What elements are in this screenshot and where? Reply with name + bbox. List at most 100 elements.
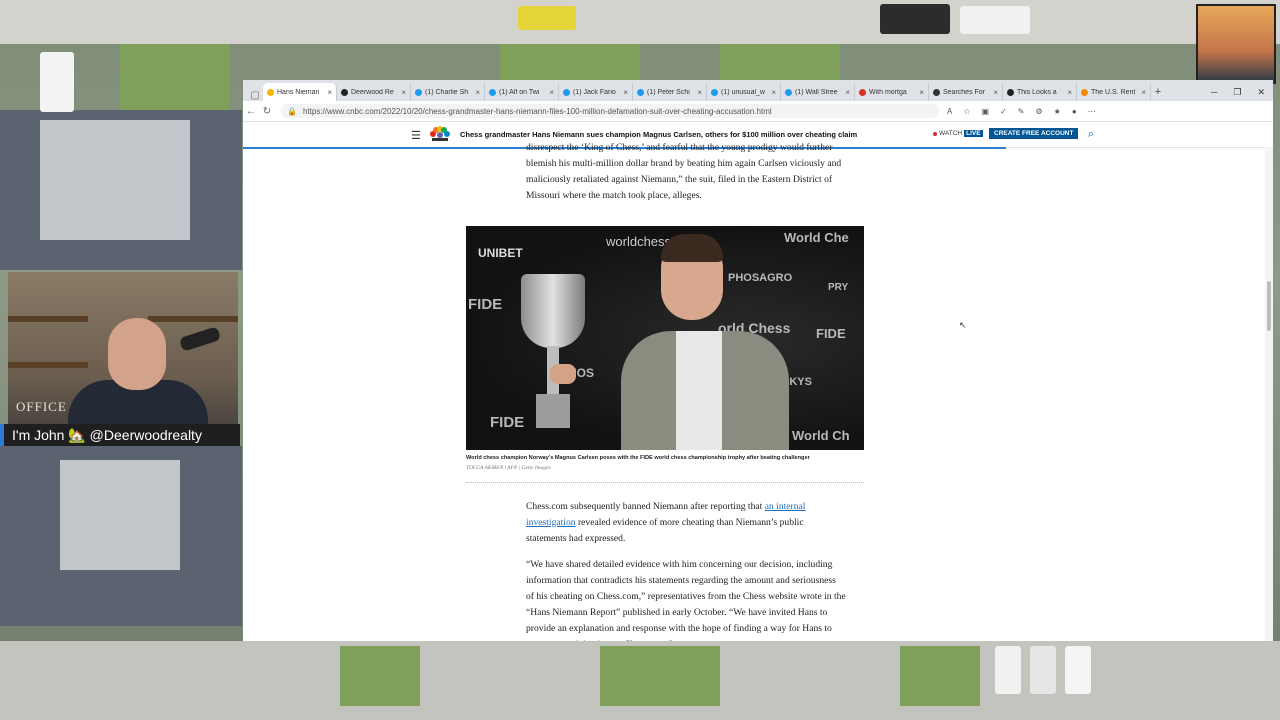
maximize-icon[interactable]: ❐	[1233, 83, 1241, 101]
read-aloud-icon[interactable]: A	[947, 107, 952, 116]
microphone	[178, 326, 222, 352]
tab-favicon-icon	[415, 88, 422, 96]
tab-label: (1) Charlie Sh	[425, 88, 469, 96]
pen-icon[interactable]: ✎	[1018, 107, 1025, 116]
article-headline[interactable]: Chess grandmaster Hans Niemann sues cham…	[460, 130, 857, 139]
tab-label: Hans Nieman	[277, 88, 320, 96]
caption-divider	[466, 482, 864, 483]
address-bar[interactable]: 🔒 https://www.cnbc.com/2022/10/20/chess-…	[281, 104, 939, 118]
tab-close-icon[interactable]: ×	[475, 88, 480, 97]
browser-tab[interactable]: With mortga ×	[855, 83, 929, 101]
tab-close-icon[interactable]: ×	[549, 88, 554, 97]
extensions-puzzle-icon[interactable]: ⚙	[1035, 107, 1042, 116]
photo-hair	[661, 234, 723, 262]
browser-tab[interactable]: The U.S. Rent ×	[1077, 83, 1151, 101]
tab-close-icon[interactable]: ×	[327, 88, 332, 97]
page-scrollbar[interactable]	[1265, 147, 1273, 641]
bookshelf	[148, 316, 238, 322]
tab-close-icon[interactable]: ×	[697, 88, 702, 97]
photo-backdrop-text: FIDE	[816, 326, 846, 341]
bookshelf	[8, 316, 88, 322]
photo-backdrop-text: World Che	[784, 230, 849, 245]
name-tag-text: I'm John 🏡 @Deerwoodrealty	[12, 426, 202, 443]
more-menu-icon[interactable]: ⋯	[1088, 107, 1096, 116]
name-tag-accent	[0, 424, 4, 446]
article-paragraph: “We have shared detailed evidence with h…	[526, 559, 846, 641]
tab-label: (1) unusual_w	[721, 88, 765, 96]
browser-tab[interactable]: Searches For ×	[929, 83, 1003, 101]
browser-tab[interactable]: (1) Jack Fario ×	[559, 83, 633, 101]
browser-tab[interactable]: (1) Alf on Twi ×	[485, 83, 559, 101]
mouse-cursor-icon: ↖	[959, 320, 967, 330]
tab-close-icon[interactable]: ×	[993, 88, 998, 97]
tab-label: The U.S. Rent	[1091, 88, 1136, 96]
office-sign: OFFICE	[16, 399, 67, 414]
tab-actions-icon[interactable]: ▢	[247, 90, 263, 101]
trophy-cup	[521, 274, 585, 348]
tab-close-icon[interactable]: ×	[1067, 88, 1072, 97]
cnbc-peacock-logo[interactable]	[429, 126, 451, 142]
tab-favicon-icon	[341, 88, 348, 96]
tab-label: Searches For	[943, 88, 986, 96]
favorites-icon[interactable]: ★	[1054, 107, 1061, 116]
scrollbar-thumb[interactable]	[1267, 281, 1271, 331]
search-icon[interactable]: ⌕	[1088, 128, 1094, 141]
browser-window: ▢ Hans Nieman × Deerwood Re × (1) Charlie Sh…	[243, 80, 1273, 641]
back-icon[interactable]: ←	[243, 106, 259, 117]
browser-tab[interactable]: Hans Nieman ×	[263, 83, 337, 101]
create-account-button[interactable]: CREATE FREE ACCOUNT	[989, 128, 1079, 139]
browser-tab[interactable]: (1) unusual_w ×	[707, 83, 781, 101]
photo-backdrop-text: FIDE	[490, 414, 525, 431]
photo-caption: World chess champion Norway's Magnus Car…	[466, 455, 810, 461]
name-tag: I'm John 🏡 @Deerwoodrealty	[0, 424, 240, 446]
tab-label: (1) Jack Fario	[573, 88, 616, 96]
tab-label: This Looks a	[1017, 88, 1057, 96]
address-bar-row: ← ↻ 🔒 https://www.cnbc.com/2022/10/20/ch…	[243, 101, 1273, 122]
browser-toolbar: A ☆ ▣ ✓ ✎ ⚙ ★ ● ⋯	[947, 107, 1096, 116]
browser-tab[interactable]: This Looks a ×	[1003, 83, 1077, 101]
browser-tab[interactable]: (1) Charlie Sh ×	[411, 83, 485, 101]
tab-close-icon[interactable]: ×	[1141, 88, 1146, 97]
minimize-icon[interactable]: ─	[1211, 83, 1217, 101]
article-body: disrespect the ‘King of Chess,’ and fear…	[243, 142, 1263, 641]
extension-icon[interactable]: ✓	[1000, 107, 1007, 116]
close-icon[interactable]: ✕	[1257, 83, 1265, 101]
tab-label: Deerwood Re	[351, 88, 394, 96]
collections-icon[interactable]: ▣	[982, 107, 990, 116]
refresh-icon[interactable]: ↻	[259, 106, 275, 117]
url-text: https://www.cnbc.com/2022/10/20/chess-gr…	[302, 106, 772, 116]
favorite-star-icon[interactable]: ☆	[963, 107, 970, 116]
article-paragraph: disrespect the ‘King of Chess,’ and fear…	[526, 142, 842, 201]
lock-icon: 🔒	[287, 106, 297, 116]
hamburger-menu-icon[interactable]: ☰	[411, 129, 421, 142]
photo-hand	[550, 364, 576, 384]
article-photo[interactable]: UNIBET worldchess.com World Che FIDE PHO…	[466, 226, 864, 450]
watch-live-link[interactable]: WATCH LIVE	[933, 130, 983, 137]
tab-close-icon[interactable]: ×	[401, 88, 406, 97]
photo-shirt	[676, 331, 722, 450]
trophy-base	[536, 394, 570, 428]
tab-favicon-icon	[859, 88, 866, 96]
live-badge: LIVE	[964, 130, 983, 137]
tab-favicon-icon	[711, 88, 718, 96]
browser-tab[interactable]: (1) Peter Schi ×	[633, 83, 707, 101]
tab-label: (1) Alf on Twi	[499, 88, 540, 96]
new-tab-button[interactable]: +	[1151, 83, 1165, 101]
tab-close-icon[interactable]: ×	[771, 88, 776, 97]
tab-close-icon[interactable]: ×	[623, 88, 628, 97]
photo-backdrop-text: PHOSAGRO	[728, 272, 793, 284]
paragraph-text: Chess.com subsequently banned Niemann af…	[526, 501, 765, 512]
browser-tab[interactable]: Deerwood Re ×	[337, 83, 411, 101]
tab-close-icon[interactable]: ×	[845, 88, 850, 97]
tab-label: With mortga	[869, 88, 907, 96]
browser-tab[interactable]: (1) Wall Stree ×	[781, 83, 855, 101]
live-dot-icon	[933, 131, 937, 136]
tab-close-icon[interactable]: ×	[919, 88, 924, 97]
tab-favicon-icon	[1081, 88, 1088, 96]
profile-avatar-icon[interactable]: ●	[1072, 107, 1077, 116]
tab-list: Hans Nieman × Deerwood Re × (1) Charlie Sh ×(…	[263, 83, 1151, 101]
photo-credit: TOLGA AKMEN | AFP | Getty Images	[466, 465, 551, 471]
tab-favicon-icon	[1007, 88, 1014, 96]
tab-strip: ▢ Hans Nieman × Deerwood Re × (1) Charlie Sh…	[243, 80, 1273, 101]
tab-favicon-icon	[637, 88, 644, 96]
